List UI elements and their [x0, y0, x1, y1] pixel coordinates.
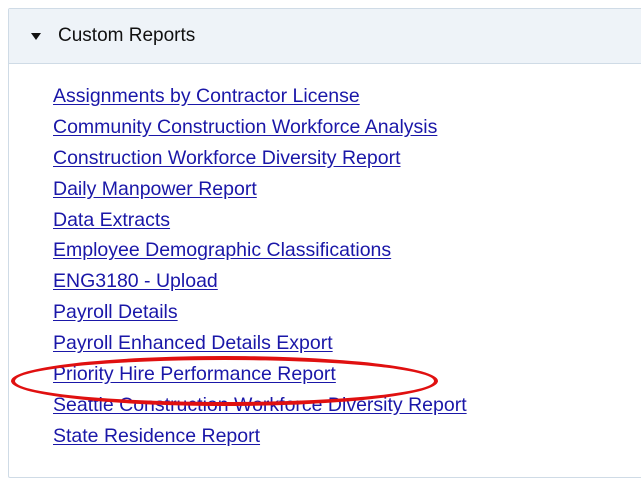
report-link-priority-hire-performance-report[interactable]: Priority Hire Performance Report — [53, 363, 336, 385]
list-item: Community Construction Workforce Analysi… — [53, 112, 467, 143]
report-link-state-residence-report[interactable]: State Residence Report — [53, 425, 260, 447]
report-link-community-construction-workforce-analysis[interactable]: Community Construction Workforce Analysi… — [53, 116, 437, 138]
list-item: Employee Demographic Classifications — [53, 235, 467, 266]
list-item: Assignments by Contractor License — [53, 81, 467, 112]
report-link-payroll-details[interactable]: Payroll Details — [53, 301, 178, 323]
list-item: Seattle Construction Workforce Diversity… — [53, 390, 467, 421]
report-link-construction-workforce-diversity-report[interactable]: Construction Workforce Diversity Report — [53, 147, 401, 169]
custom-reports-header[interactable]: Custom Reports — [9, 9, 641, 64]
report-link-data-extracts[interactable]: Data Extracts — [53, 209, 170, 231]
list-item: Daily Manpower Report — [53, 174, 467, 205]
report-link-daily-manpower-report[interactable]: Daily Manpower Report — [53, 178, 257, 200]
list-item: Payroll Enhanced Details Export — [53, 328, 467, 359]
list-item: Construction Workforce Diversity Report — [53, 143, 467, 174]
report-link-seattle-construction-workforce-diversity-report[interactable]: Seattle Construction Workforce Diversity… — [53, 394, 467, 416]
report-link-list: Assignments by Contractor License Commun… — [53, 81, 467, 452]
report-link-payroll-enhanced-details-export[interactable]: Payroll Enhanced Details Export — [53, 332, 333, 354]
report-link-employee-demographic-classifications[interactable]: Employee Demographic Classifications — [53, 239, 391, 261]
list-item: ENG3180 - Upload — [53, 266, 467, 297]
list-item: Data Extracts — [53, 205, 467, 236]
list-item: State Residence Report — [53, 421, 467, 452]
panel-title: Custom Reports — [58, 25, 196, 46]
caret-down-icon[interactable] — [31, 33, 41, 40]
list-item: Priority Hire Performance Report — [53, 359, 467, 390]
list-item: Payroll Details — [53, 297, 467, 328]
report-link-assignments-by-contractor-license[interactable]: Assignments by Contractor License — [53, 85, 360, 107]
report-link-eng3180-upload[interactable]: ENG3180 - Upload — [53, 270, 218, 292]
